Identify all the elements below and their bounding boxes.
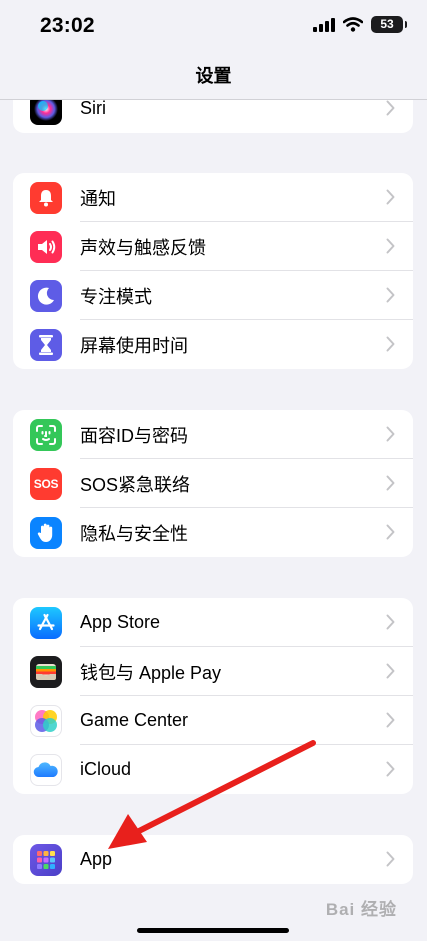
- settings-row-label: 专注模式: [80, 286, 152, 307]
- chevron-right-icon: [386, 426, 395, 442]
- settings-row-screen-time[interactable]: 屏幕使用时间: [13, 320, 413, 369]
- chevron-right-icon: [386, 663, 395, 679]
- wallet-icon: [30, 656, 62, 688]
- wifi-icon: [343, 17, 363, 32]
- chevron-right-icon: [386, 524, 395, 540]
- settings-row-label: 钱包与 Apple Pay: [80, 662, 222, 683]
- settings-group-notifications: 通知 声效与触感反馈 专注模式 屏幕使用时间: [13, 173, 413, 369]
- watermark-text: Bai 经验: [325, 900, 397, 919]
- settings-row-app-store[interactable]: App Store: [13, 598, 413, 647]
- home-indicator[interactable]: [137, 928, 289, 933]
- settings-row-label: 通知: [80, 188, 116, 209]
- settings-group-security: 面容ID与密码 SOS SOS紧急联络 隐私与安全性: [13, 410, 413, 557]
- settings-row-label: Siri: [80, 98, 106, 118]
- settings-row-label: SOS紧急联络: [80, 474, 191, 495]
- settings-row-label: 屏幕使用时间: [80, 335, 188, 356]
- settings-row-label: 面容ID与密码: [80, 425, 188, 446]
- settings-row-label: Game Center: [80, 710, 189, 730]
- sos-icon: SOS: [30, 468, 62, 500]
- moon-icon: [30, 280, 62, 312]
- page-title: 设置: [195, 65, 232, 86]
- settings-row-icloud[interactable]: iCloud: [13, 745, 413, 794]
- settings-group-apps: App: [13, 835, 413, 884]
- apps-icon: [30, 844, 62, 876]
- settings-row-privacy[interactable]: 隐私与安全性: [13, 508, 413, 557]
- settings-row-focus[interactable]: 专注模式: [13, 271, 413, 320]
- chevron-right-icon: [386, 614, 395, 630]
- status-time: 23:02: [40, 14, 95, 37]
- settings-row-sounds[interactable]: 声效与触感反馈: [13, 222, 413, 271]
- settings-row-game-center[interactable]: Game Center: [13, 696, 413, 745]
- chevron-right-icon: [386, 100, 395, 116]
- settings-row-wallet[interactable]: 钱包与 Apple Pay: [13, 647, 413, 696]
- settings-row-label: 隐私与安全性: [80, 523, 188, 544]
- chevron-right-icon: [386, 238, 395, 254]
- chevron-right-icon: [386, 761, 395, 777]
- chevron-right-icon: [386, 287, 395, 303]
- face-id-icon: [30, 419, 62, 451]
- settings-row-label: App: [80, 849, 113, 869]
- icloud-icon: [30, 754, 62, 786]
- cellular-signal-icon: [313, 17, 335, 32]
- settings-row-face-id[interactable]: 面容ID与密码: [13, 410, 413, 459]
- settings-group-apple-services: App Store 钱包与 Apple Pay Game Center iClo…: [13, 598, 413, 794]
- chevron-right-icon: [386, 189, 395, 205]
- chevron-right-icon: [386, 712, 395, 728]
- settings-row-label: 声效与触感反馈: [80, 237, 206, 258]
- bell-icon: [30, 182, 62, 214]
- settings-row-label: App Store: [80, 612, 161, 632]
- sos-icon-text: SOS: [33, 477, 59, 491]
- speaker-icon: [30, 231, 62, 263]
- battery-icon: 53: [371, 16, 407, 33]
- settings-row-label: iCloud: [80, 759, 132, 779]
- hourglass-icon: [30, 329, 62, 361]
- settings-row-emergency-sos[interactable]: SOS SOS紧急联络: [13, 459, 413, 508]
- app-store-icon: [30, 607, 62, 639]
- game-center-icon: [30, 705, 62, 737]
- settings-row-notifications[interactable]: 通知: [13, 173, 413, 222]
- chevron-right-icon: [386, 475, 395, 491]
- status-bar: 23:02 53: [0, 0, 427, 54]
- chevron-right-icon: [386, 851, 395, 867]
- hand-icon: [30, 517, 62, 549]
- settings-row-apps[interactable]: App: [13, 835, 413, 884]
- navigation-bar: 设置: [0, 54, 427, 100]
- chevron-right-icon: [386, 336, 395, 352]
